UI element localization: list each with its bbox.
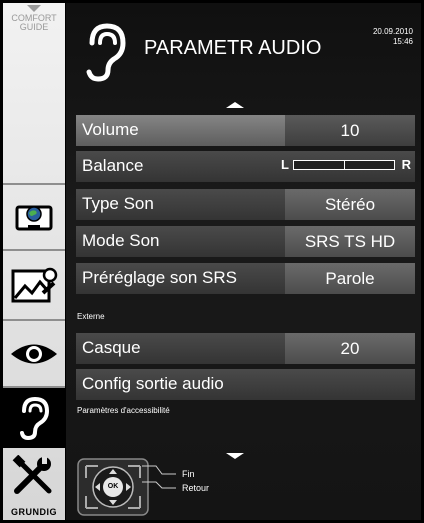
volume-value[interactable]: 10	[285, 115, 415, 146]
fin-label: Fin	[182, 469, 195, 479]
retour-label: Retour	[182, 483, 210, 493]
tools-icon	[12, 455, 52, 494]
remote-legend: OK Fin Retour	[76, 456, 226, 518]
section-heading-externe: Externe	[77, 312, 105, 321]
scroll-down-icon[interactable]	[226, 453, 244, 459]
config-sortie-label: Config sortie audio	[82, 374, 224, 393]
menu-item-config-sortie-audio[interactable]: Config sortie audio	[76, 369, 415, 400]
sidebar: COMFORT GUIDE GRUNDIG	[3, 3, 65, 520]
menu-item-volume[interactable]: Volume 10	[76, 115, 415, 146]
balance-slider[interactable]: L R	[281, 157, 411, 175]
remote-dpad-icon	[77, 458, 176, 516]
sidebar-divider	[3, 183, 65, 185]
ear-icon	[20, 396, 50, 441]
section-heading-accessibility: Paramètres d'accessibilité	[77, 406, 170, 415]
audio-settings-panel: PARAMETR AUDIO 20.09.2010 15:46 Volume 1…	[66, 3, 421, 520]
page-title: PARAMETR AUDIO	[144, 37, 322, 59]
scroll-up-icon[interactable]	[226, 102, 244, 108]
triangle-down-icon	[27, 5, 41, 12]
eye-icon	[11, 344, 57, 364]
balance-marker[interactable]	[344, 160, 345, 170]
header-icon	[84, 21, 128, 88]
menu-item-type-son[interactable]: Type Son Stéréo	[76, 189, 415, 220]
volume-label: Volume	[82, 120, 139, 139]
sidebar-item-vision[interactable]	[3, 325, 65, 383]
ok-button[interactable]: OK	[106, 483, 120, 490]
date-text: 20.09.2010	[372, 27, 413, 36]
sidebar-item-picture[interactable]	[3, 255, 65, 317]
tv-menu-screen: COMFORT GUIDE GRUNDIG PARAMETR AUDIO 20.…	[0, 0, 424, 523]
sidebar-divider	[3, 319, 65, 321]
sidebar-item-settings[interactable]	[3, 450, 65, 502]
type-son-value[interactable]: Stéréo	[285, 189, 415, 220]
sidebar-item-source[interactable]	[3, 189, 65, 245]
preset-srs-label: Préréglage son SRS	[82, 268, 237, 287]
casque-value[interactable]: 20	[285, 333, 415, 364]
type-son-label: Type Son	[82, 194, 154, 213]
time-text: 15:46	[392, 37, 413, 46]
menu-item-casque[interactable]: Casque 20	[76, 333, 415, 364]
ear-icon	[86, 23, 126, 82]
menu-item-balance[interactable]: Balance L R	[76, 151, 415, 182]
balance-track	[293, 160, 395, 170]
mode-son-value[interactable]: SRS TS HD	[285, 226, 415, 257]
preset-srs-value[interactable]: Parole	[285, 263, 415, 294]
date-time: 20.09.2010 15:46	[373, 27, 413, 47]
balance-label: Balance	[82, 156, 144, 175]
mode-son-label: Mode Son	[82, 231, 160, 250]
brand-logo: GRUNDIG	[11, 507, 57, 517]
menu-item-mode-son[interactable]: Mode Son SRS TS HD	[76, 226, 415, 257]
sidebar-item-sound[interactable]	[3, 388, 65, 448]
menu-item-preset-srs[interactable]: Préréglage son SRS Parole	[76, 263, 415, 294]
balance-right-label: R	[401, 157, 411, 172]
monitor-icon	[15, 205, 53, 231]
casque-label: Casque	[82, 338, 141, 357]
comfort-guide-button[interactable]: COMFORT GUIDE	[3, 5, 65, 32]
comfort-guide-label-2: GUIDE	[19, 22, 49, 32]
picture-icon	[11, 267, 58, 303]
balance-left-label: L	[281, 157, 289, 172]
sidebar-divider	[3, 249, 65, 251]
